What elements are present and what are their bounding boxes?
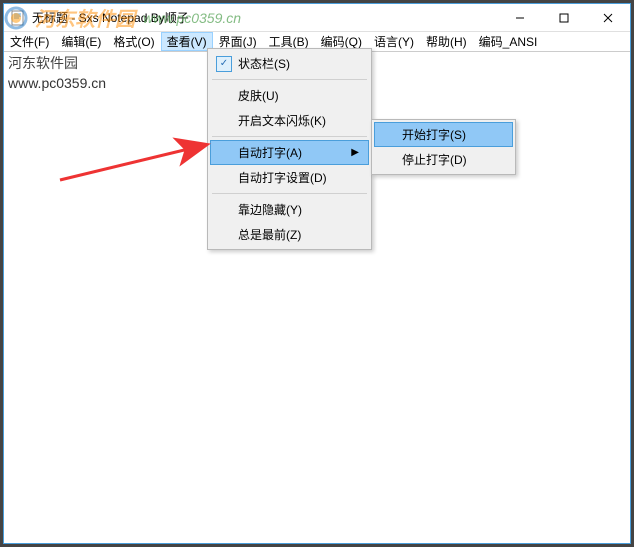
menu-view[interactable]: 查看(V) bbox=[161, 32, 213, 51]
app-icon bbox=[10, 10, 26, 26]
close-button[interactable] bbox=[586, 4, 630, 32]
menu-always-top[interactable]: 总是最前(Z) bbox=[210, 222, 369, 247]
maximize-button[interactable] bbox=[542, 4, 586, 32]
submenu-start-typing[interactable]: 开始打字(S) bbox=[374, 122, 513, 147]
view-dropdown: ✓ 状态栏(S) 皮肤(U) 开启文本闪烁(K) 自动打字(A) ▶ 自动打字设… bbox=[207, 48, 372, 250]
menu-encoding-ansi[interactable]: 编码_ANSI bbox=[473, 32, 544, 51]
window-controls bbox=[498, 4, 630, 32]
menu-edit[interactable]: 编辑(E) bbox=[55, 32, 107, 51]
titlebar[interactable]: 无标题 - Sxs Notepad By顺子 bbox=[4, 4, 630, 32]
check-icon: ✓ bbox=[216, 56, 232, 72]
menu-text-blink[interactable]: 开启文本闪烁(K) bbox=[210, 108, 369, 133]
window-title: 无标题 - Sxs Notepad By顺子 bbox=[32, 9, 498, 26]
submenu-arrow-icon: ▶ bbox=[351, 147, 359, 158]
menu-auto-type[interactable]: 自动打字(A) ▶ bbox=[210, 140, 369, 165]
submenu-stop-typing[interactable]: 停止打字(D) bbox=[374, 147, 513, 172]
menu-separator bbox=[212, 136, 367, 137]
menu-skin[interactable]: 皮肤(U) bbox=[210, 83, 369, 108]
menu-file[interactable]: 文件(F) bbox=[4, 32, 55, 51]
menu-separator bbox=[212, 193, 367, 194]
menu-help[interactable]: 帮助(H) bbox=[420, 32, 473, 51]
menu-language[interactable]: 语言(Y) bbox=[368, 32, 420, 51]
menu-auto-type-settings[interactable]: 自动打字设置(D) bbox=[210, 165, 369, 190]
menu-statusbar[interactable]: ✓ 状态栏(S) bbox=[210, 51, 369, 76]
menu-hide-edge[interactable]: 靠边隐藏(Y) bbox=[210, 197, 369, 222]
autotype-submenu: 开始打字(S) 停止打字(D) bbox=[371, 119, 516, 175]
minimize-button[interactable] bbox=[498, 4, 542, 32]
menu-separator bbox=[212, 79, 367, 80]
menu-format[interactable]: 格式(O) bbox=[107, 32, 160, 51]
